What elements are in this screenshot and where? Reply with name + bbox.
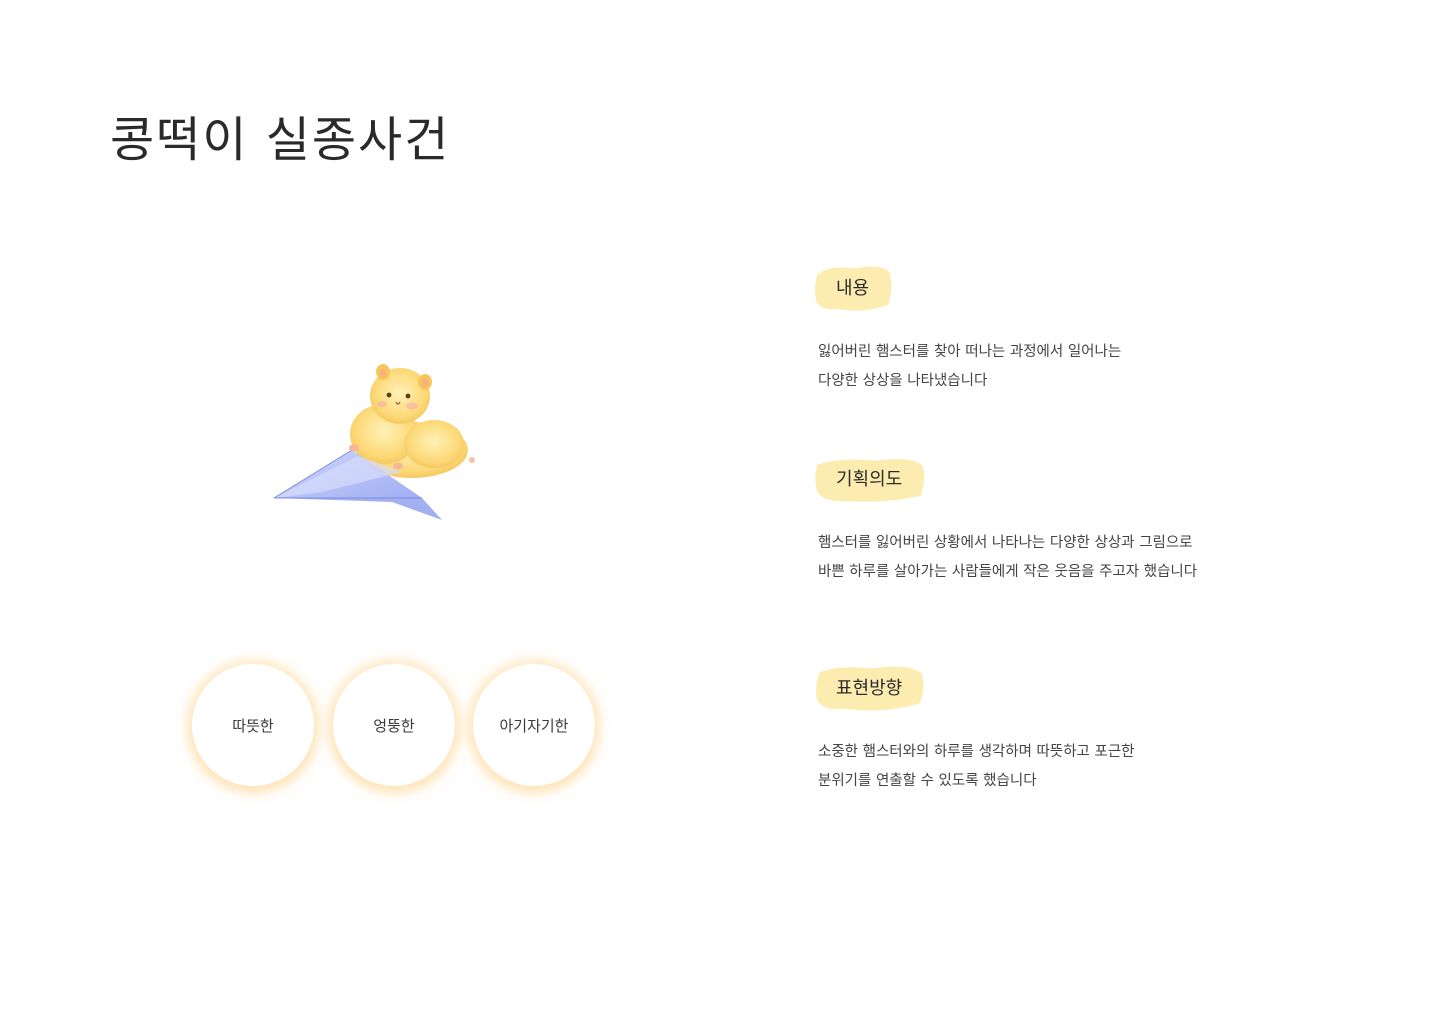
section-heading-label: 기획의도 bbox=[836, 469, 903, 490]
section-body-line: 햄스터를 잃어버린 상황에서 나타나는 다양한 상상과 그림으로 bbox=[818, 535, 1193, 551]
section-body-line: 소중한 햄스터와의 하루를 생각하며 따뜻하고 포근한 bbox=[818, 744, 1135, 760]
section-heading-label: 내용 bbox=[836, 278, 870, 299]
keyword-circle-quirky: 엉뚱한 bbox=[333, 664, 455, 786]
section-intent: 기획의도 햄스터를 잃어버린 상황에서 나타나는 다양한 상상과 그림으로 바쁜… bbox=[815, 459, 1378, 587]
hamster-paw-icon bbox=[349, 444, 359, 452]
section-body-line: 잃어버린 햄스터를 찾아 떠나는 과정에서 일어나는 bbox=[818, 344, 1122, 360]
page-title: 콩떡이 실종사건 bbox=[110, 112, 451, 168]
keyword-circle-warm: 따뜻한 bbox=[192, 664, 314, 786]
section-body-line: 바쁜 하루를 살아가는 사람들에게 작은 웃음을 주고자 했습니다 bbox=[818, 564, 1198, 580]
hamster-plane-svg bbox=[273, 364, 475, 520]
section-body-line: 다양한 상상을 나타냈습니다 bbox=[818, 373, 988, 389]
section-expression: 표현방향 소중한 햄스터와의 하루를 생각하며 따뜻하고 포근한 분위기를 연출… bbox=[816, 666, 1378, 796]
section-body-line: 분위기를 연출할 수 있도록 했습니다 bbox=[818, 773, 1037, 789]
section-content: 내용 잃어버린 햄스터를 찾아 떠나는 과정에서 일어나는 다양한 상상을 나타… bbox=[815, 266, 1378, 396]
keyword-circle-cute: 아기자기한 bbox=[473, 664, 595, 786]
section-heading-label: 표현방향 bbox=[836, 678, 903, 699]
section-heading: 기획의도 bbox=[815, 459, 925, 502]
keyword-group: 따뜻한 엉뚱한 아기자기한 bbox=[192, 664, 612, 794]
hamster-on-paper-plane-illustration bbox=[262, 352, 492, 532]
section-heading: 표현방향 bbox=[816, 666, 924, 711]
section-heading: 내용 bbox=[815, 266, 892, 311]
page: 콩떡이 실종사건 따뜻한 엉뚱한 아기자기한 내용 잃어버린 햄스터를 찾아 떠… bbox=[0, 0, 1444, 1020]
